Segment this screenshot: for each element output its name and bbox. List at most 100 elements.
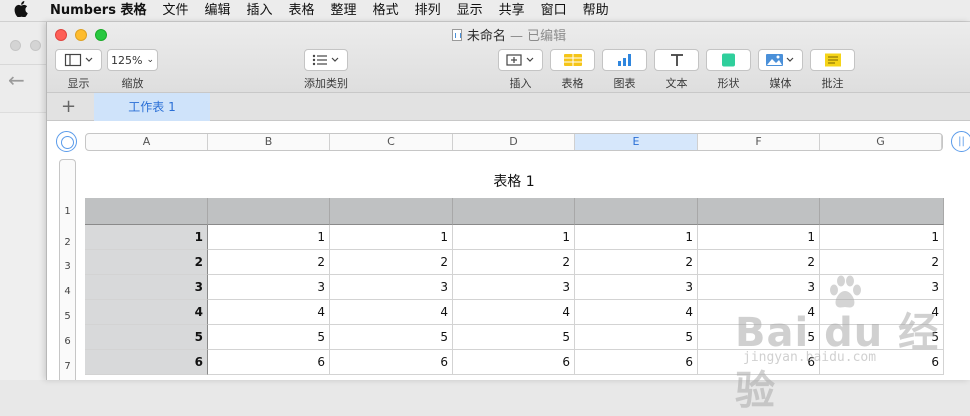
table-cell[interactable]: 1: [698, 225, 820, 250]
table-cell[interactable]: 3: [575, 275, 698, 300]
zoom-select[interactable]: 125% ⌄: [107, 49, 158, 71]
zoom-value: 125%: [111, 53, 143, 67]
table-cell[interactable]: 2: [453, 250, 575, 275]
table-cell[interactable]: 6: [453, 350, 575, 375]
column-header-c[interactable]: C: [330, 134, 453, 150]
header-column-cell[interactable]: 6: [85, 350, 208, 375]
view-button[interactable]: [55, 49, 102, 71]
row-header-6[interactable]: 6: [60, 336, 75, 347]
menu-share[interactable]: 共享: [491, 0, 533, 22]
chart-button[interactable]: [602, 49, 647, 71]
header-row-cell[interactable]: [453, 198, 575, 225]
table-cell[interactable]: 5: [330, 325, 453, 350]
column-header-d[interactable]: D: [453, 134, 575, 150]
text-label: 文本: [665, 77, 688, 90]
menu-format[interactable]: 格式: [365, 0, 407, 22]
view-label: 显示: [67, 77, 90, 90]
table-cell[interactable]: 1: [575, 225, 698, 250]
shape-icon: [721, 53, 735, 67]
table-cell[interactable]: 3: [330, 275, 453, 300]
header-row-cell[interactable]: [330, 198, 453, 225]
header-row-cell[interactable]: [85, 198, 208, 225]
header-column-cell[interactable]: 1: [85, 225, 208, 250]
row-header-1[interactable]: 1: [60, 206, 75, 217]
insert-label: 插入: [509, 77, 532, 90]
table-cell[interactable]: 6: [208, 350, 330, 375]
menu-app-name[interactable]: Numbers 表格: [42, 0, 154, 22]
table-cell[interactable]: 1: [330, 225, 453, 250]
header-column-cell[interactable]: 4: [85, 300, 208, 325]
menu-table[interactable]: 表格: [281, 0, 323, 22]
table-cell[interactable]: 2: [575, 250, 698, 275]
table-cell[interactable]: 1: [453, 225, 575, 250]
baidu-watermark: Bai du 经验 jingyan.baidu.com: [735, 274, 960, 414]
menu-bar: Numbers 表格 文件 编辑 插入 表格 整理 格式 排列 显示 共享 窗口…: [0, 0, 970, 22]
table-cell[interactable]: 6: [330, 350, 453, 375]
header-column-cell[interactable]: 2: [85, 250, 208, 275]
table-cell[interactable]: 2: [330, 250, 453, 275]
tab-sheet-1[interactable]: 工作表 1: [94, 93, 210, 121]
menu-organize[interactable]: 整理: [323, 0, 365, 22]
menu-insert[interactable]: 插入: [239, 0, 281, 22]
comment-label: 批注: [821, 77, 844, 90]
column-header-f[interactable]: F: [698, 134, 820, 150]
comment-button[interactable]: [810, 49, 855, 71]
table-cell[interactable]: 4: [330, 300, 453, 325]
header-row-cell[interactable]: [820, 198, 944, 225]
column-header-a[interactable]: A: [86, 134, 208, 150]
row-header-3[interactable]: 3: [60, 261, 75, 272]
table-cell[interactable]: 4: [575, 300, 698, 325]
table-icon: [563, 54, 582, 66]
table-cell[interactable]: 6: [575, 350, 698, 375]
table-cell[interactable]: 1: [820, 225, 944, 250]
menu-arrange[interactable]: 排列: [407, 0, 449, 22]
row-header-bar: 1 2 3 4 5 6 7: [59, 159, 76, 380]
header-row-cell[interactable]: [575, 198, 698, 225]
select-all-control-icon[interactable]: [56, 131, 77, 152]
table-cell[interactable]: 2: [698, 250, 820, 275]
add-category-button[interactable]: [304, 49, 348, 71]
table-cell[interactable]: 4: [453, 300, 575, 325]
table-button[interactable]: [550, 49, 595, 71]
table-cell[interactable]: 2: [208, 250, 330, 275]
apple-menu-icon[interactable]: [0, 0, 42, 21]
column-header-e[interactable]: E: [575, 134, 698, 150]
column-header-g[interactable]: G: [820, 134, 942, 150]
table-cell[interactable]: 3: [453, 275, 575, 300]
column-header-bar: ABCDEFG: [85, 133, 943, 151]
row-header-4[interactable]: 4: [60, 286, 75, 297]
insert-button[interactable]: [498, 49, 543, 71]
header-column-cell[interactable]: 5: [85, 325, 208, 350]
menu-view[interactable]: 显示: [449, 0, 491, 22]
shape-label: 形状: [717, 77, 740, 90]
table-cell[interactable]: 2: [820, 250, 944, 275]
title-bar: 未命名 — 已编辑 显示 125% ⌄ 缩放 添加类别 插入 表格 图表 文本 …: [47, 22, 970, 93]
row-header-2[interactable]: 2: [60, 237, 75, 248]
table-cell[interactable]: 5: [575, 325, 698, 350]
table-title[interactable]: 表格 1: [85, 171, 943, 191]
row-header-7[interactable]: 7: [60, 361, 75, 372]
back-arrow-icon[interactable]: ←: [8, 68, 25, 92]
menu-window[interactable]: 窗口: [533, 0, 575, 22]
menu-help[interactable]: 帮助: [575, 0, 617, 22]
row-header-5[interactable]: 5: [60, 311, 75, 322]
header-row-cell[interactable]: [698, 198, 820, 225]
table-cell[interactable]: 3: [208, 275, 330, 300]
chart-label: 图表: [613, 77, 636, 90]
shape-button[interactable]: [706, 49, 751, 71]
view-icon: [64, 53, 92, 67]
text-button[interactable]: [654, 49, 699, 71]
column-resize-control-icon[interactable]: ||: [951, 131, 970, 152]
table-cell[interactable]: 5: [208, 325, 330, 350]
header-row-cell[interactable]: [208, 198, 330, 225]
header-column-cell[interactable]: 3: [85, 275, 208, 300]
menu-file[interactable]: 文件: [154, 0, 196, 22]
document-name: 未命名: [466, 29, 506, 44]
menu-edit[interactable]: 编辑: [197, 0, 239, 22]
column-header-b[interactable]: B: [208, 134, 330, 150]
table-cell[interactable]: 1: [208, 225, 330, 250]
table-cell[interactable]: 5: [453, 325, 575, 350]
media-button[interactable]: [758, 49, 803, 71]
table-cell[interactable]: 4: [208, 300, 330, 325]
add-sheet-button[interactable]: +: [61, 96, 76, 117]
